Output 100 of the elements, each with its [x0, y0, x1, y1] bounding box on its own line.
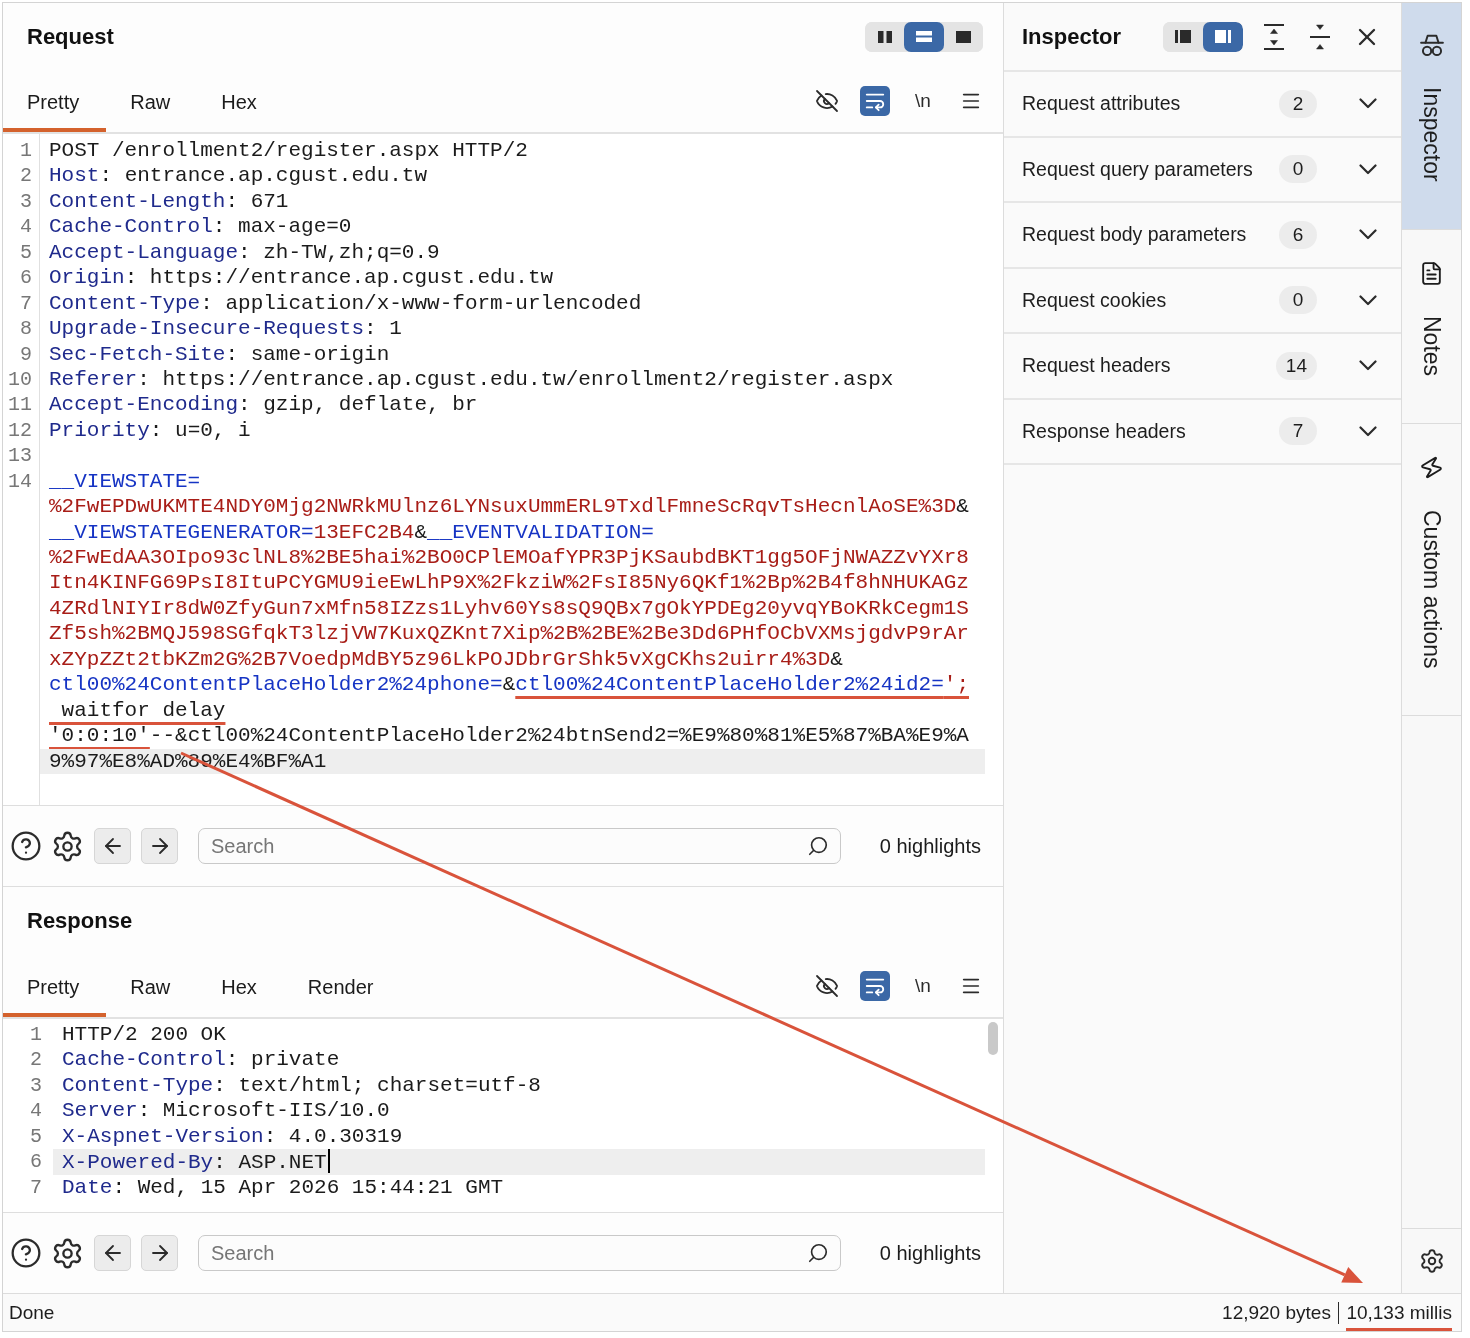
- collapse-all-button[interactable]: [1309, 23, 1331, 50]
- settings-button[interactable]: [51, 829, 84, 863]
- line-number: 4: [30, 1099, 42, 1123]
- sidebar-tab[interactable]: Custom actions: [1402, 423, 1461, 717]
- line-number: 2: [20, 164, 32, 188]
- panel-title: Request: [27, 23, 114, 50]
- help-icon: [10, 830, 42, 862]
- inspector-section[interactable]: Request query parameters 0: [1004, 137, 1401, 203]
- forward-button[interactable]: [141, 1235, 178, 1271]
- code-line: Host: entrance.ap.cgust.edu.tw: [48, 163, 428, 189]
- settings-icon: [51, 1236, 84, 1270]
- highlights-count: 0 highlights: [879, 1241, 981, 1265]
- columns-icon: [877, 30, 892, 43]
- inspector-section[interactable]: Request attributes 2: [1004, 72, 1401, 138]
- inspector-section[interactable]: Response headers 7: [1004, 399, 1401, 465]
- code-line: Content-Type: application/x-www-form-urlencoded: [48, 290, 642, 317]
- code-line: Zf5sh%2BMQJ598SGfqkT3lzjVW7KuxQZKnt7Xip%2B%2BE%2Be3Dd6PHfOCbVXMsjgdvP9rAr: [48, 621, 969, 647]
- line-number: 3: [20, 189, 32, 213]
- editor-tab[interactable]: Render: [283, 955, 401, 1017]
- inspector-section[interactable]: Request body parameters 6: [1004, 203, 1401, 269]
- count-badge: 6: [1279, 220, 1317, 249]
- panel-right-icon: [1215, 30, 1231, 43]
- code-line: Origin: https://entrance.ap.cgust.edu.tw: [48, 265, 554, 291]
- editor-tab[interactable]: Raw: [106, 955, 198, 1017]
- response-size: 12,920 bytes: [1222, 1301, 1331, 1324]
- line-number: 5: [20, 240, 32, 264]
- settings-icon: [1418, 1248, 1445, 1274]
- code-line: %2FwEdAA3OIpo93clNL8%2BE5hai%2BO0CPlEMOafYPR3PjKSaubdBKT1gg5OFjNWAZZvYXr8: [48, 545, 969, 571]
- back-button[interactable]: [94, 1235, 131, 1271]
- search-field[interactable]: Search: [198, 1235, 841, 1271]
- line-number: 14: [8, 469, 32, 493]
- settings-button[interactable]: [1418, 1248, 1445, 1274]
- code-line: '0:0:10'--&ctl00%24ContentPlaceHolder2%24btnSend2=%E9%80%81%E5%87%BA%E9%A: [48, 723, 969, 749]
- settings-icon: [51, 829, 84, 863]
- wrap-toggle[interactable]: [860, 971, 890, 1001]
- highlights-count: 0 highlights: [879, 834, 981, 858]
- code-line: Cache-Control: max-age=0: [48, 214, 352, 240]
- panel-left-icon: [1175, 30, 1191, 43]
- hat-glasses-icon: [1419, 34, 1444, 57]
- code-line: Priority: u=0, i: [48, 417, 251, 444]
- code-line: Cache-Control: private: [61, 1047, 340, 1073]
- line-number: 1: [30, 1023, 42, 1046]
- code-line: POST /enrollment2/register.aspx HTTP/2: [48, 138, 528, 164]
- line-number: 5: [30, 1124, 42, 1148]
- eye-off-icon: [815, 974, 839, 998]
- eye-off-icon: [815, 89, 839, 113]
- search-field[interactable]: Search: [198, 828, 841, 864]
- count-badge: 0: [1279, 155, 1317, 184]
- unfold-icon: [1263, 23, 1285, 50]
- line-number: 1: [20, 139, 32, 162]
- line-number: 6: [20, 266, 32, 290]
- search-icon: [807, 835, 829, 857]
- inspector-section[interactable]: Request cookies 0: [1004, 268, 1401, 334]
- line-number: 10: [8, 367, 32, 391]
- line-number: 7: [20, 291, 32, 315]
- count-badge: 2: [1279, 89, 1317, 118]
- line-number: 9: [20, 342, 32, 366]
- help-button[interactable]: [10, 1237, 42, 1269]
- code-line: xZYpZZt2tbKZm2G%2B7VoedpMdBY5z96LkPOJDbrGrShk5vXgCKhs2uirr4%3D&: [48, 646, 843, 673]
- line-number: 7: [30, 1175, 42, 1199]
- editor-tab[interactable]: Hex: [197, 70, 284, 132]
- newline-toggle[interactable]: \n: [908, 86, 938, 116]
- line-number: 8: [20, 317, 32, 341]
- line-number: 12: [8, 418, 32, 442]
- sidebar-tab[interactable]: Inspector: [1402, 3, 1461, 230]
- code-line: %2FwEPDwUKMTE4NDY0Mjg2NWRkMUlnz6LYNsuxUmmERL9TxdlFmneScRqvTsHecnlAoSE%3D&: [48, 494, 969, 520]
- status-message: Done: [9, 1301, 55, 1324]
- line-number: 4: [20, 215, 32, 239]
- code-line: Sec-Fetch-Site: same-origin: [48, 341, 390, 367]
- code-line: X-Aspnet-Version: 4.0.30319: [61, 1123, 403, 1150]
- count-badge: 7: [1279, 417, 1317, 446]
- expand-all-button[interactable]: [1263, 23, 1285, 50]
- code-line: Upgrade-Insecure-Requests: 1: [48, 316, 402, 342]
- code-line: __VIEWSTATE=: [48, 468, 201, 495]
- editor-tab[interactable]: Hex: [197, 955, 284, 1017]
- back-button[interactable]: [94, 828, 131, 864]
- scrollbar-thumb[interactable]: [988, 1022, 998, 1055]
- settings-button[interactable]: [51, 1236, 84, 1270]
- forward-button[interactable]: [141, 828, 178, 864]
- code-line: Accept-Encoding: gzip, deflate, br: [48, 392, 478, 418]
- code-line: Date: Wed, 15 Apr 2026 15:44:21 GMT: [61, 1174, 504, 1201]
- code-line: Content-Length: 671: [48, 188, 289, 215]
- code-line: HTTP/2 200 OK: [61, 1022, 226, 1048]
- help-button[interactable]: [10, 830, 42, 862]
- code-line: Server: Microsoft-IIS/10.0: [61, 1098, 390, 1124]
- count-badge: 14: [1275, 351, 1317, 380]
- editor-tab[interactable]: Raw: [106, 70, 198, 132]
- wrap-toggle[interactable]: [860, 86, 890, 116]
- response-time: 10,133 millis: [1346, 1302, 1452, 1331]
- inspector-section[interactable]: Request headers 14: [1004, 334, 1401, 400]
- sidebar-tab[interactable]: Notes: [1402, 229, 1461, 424]
- fold-icon: [1309, 23, 1331, 50]
- line-number: 3: [30, 1073, 42, 1097]
- line-number: 6: [30, 1150, 42, 1174]
- code-line: 4ZRdlNIYIr8dW0ZfyGun7xMfn58IZzs1Lyhv60Ys8sQ9QBx7gOkYPDEg20yvqYBoKRkCegm1S: [48, 595, 969, 622]
- rows-icon: [916, 31, 932, 42]
- line-number: 13: [8, 444, 32, 468]
- newline-toggle[interactable]: \n: [908, 971, 938, 1001]
- document-icon: [1419, 260, 1444, 286]
- panel-title: Inspector: [1022, 23, 1122, 50]
